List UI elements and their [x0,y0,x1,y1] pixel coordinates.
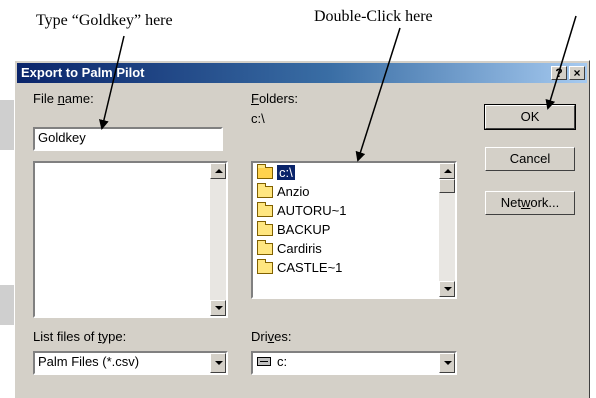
file-type-label: List files of type: [33,329,127,344]
drives-value: c: [277,354,288,369]
network-button[interactable]: Network... [485,191,575,215]
folder-list-scrollbar[interactable] [439,163,455,297]
page-shade-left [0,100,14,150]
scroll-down-button[interactable] [439,281,455,297]
page-shade-left-2 [0,285,14,325]
drives-label: Drives: [251,329,292,344]
folder-icon [257,259,273,274]
drives-dropdown-button[interactable] [439,353,455,373]
drive-icon [257,357,271,366]
folder-icon [257,240,273,255]
folder-icon [257,221,273,236]
title-bar[interactable]: Export to Palm Pilot ? × [17,63,587,83]
scroll-up-button[interactable] [210,163,226,179]
help-button[interactable]: ? [551,66,567,80]
dialog-title: Export to Palm Pilot [21,65,145,80]
scroll-thumb[interactable] [439,179,455,193]
chevron-down-icon [444,361,452,365]
folder-item-c-root[interactable]: c:\ [257,164,437,183]
current-path: c:\ [251,111,265,126]
folder-icon [257,183,273,198]
drives-select[interactable]: c: [251,351,457,375]
file-type-value: Palm Files (*.csv) [38,354,140,369]
ok-button[interactable]: OK [484,104,576,130]
cancel-button[interactable]: Cancel [485,147,575,171]
folder-list[interactable]: c:\ Anzio AUTORU~1 BACKUP Cardiris CASTL… [251,161,457,299]
file-list-scrollbar[interactable] [210,163,226,316]
chevron-down-icon [215,361,223,365]
folders-label: Folders: [251,91,298,106]
file-type-select[interactable]: Palm Files (*.csv) [33,351,228,375]
close-button[interactable]: × [569,66,585,80]
scroll-up-button[interactable] [439,163,455,179]
annotation-double-click: Double-Click here [314,8,433,25]
folder-icon [257,202,273,217]
annotation-type-goldkey: Type “Goldkey” here [36,12,173,29]
scroll-down-button[interactable] [210,300,226,316]
export-dialog: Export to Palm Pilot ? × File name: Gold… [14,60,590,398]
file-name-value: Goldkey [38,130,86,145]
file-type-dropdown-button[interactable] [210,353,226,373]
file-list[interactable] [33,161,228,318]
file-name-input[interactable]: Goldkey [33,127,223,151]
open-folder-icon [257,164,273,179]
file-name-label: File name: [33,91,94,106]
